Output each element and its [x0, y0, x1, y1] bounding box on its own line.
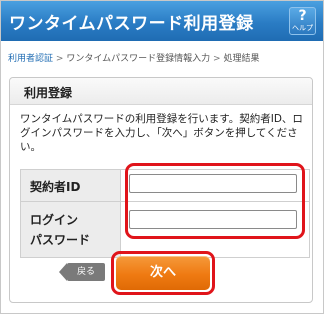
help-label: ヘルプ	[292, 24, 313, 32]
help-icon: ?	[298, 8, 307, 24]
contract-id-input[interactable]	[129, 174, 297, 193]
breadcrumb-item-result: 処理結果	[223, 54, 260, 64]
panel-header: 利用登録	[10, 78, 312, 105]
password-label-line2: パスワード	[30, 233, 91, 247]
instruction-text: ワンタイムパスワードの利用登録を行います。契約者ID、ログインパスワードを入力し…	[20, 113, 303, 153]
breadcrumb-separator: >	[55, 54, 64, 64]
panel-heading: 利用登録	[24, 86, 73, 100]
breadcrumb-item-auth[interactable]: 利用者認証	[8, 54, 53, 64]
login-password-input[interactable]	[129, 210, 297, 229]
contract-id-label-cell: 契約者ID	[21, 170, 121, 201]
header-bar: ワンタイムパスワード利用登録 ? ヘルプ	[1, 1, 323, 41]
app-frame: ワンタイムパスワード利用登録 ? ヘルプ 利用者認証 > ワンタイムパスワード登…	[0, 0, 324, 314]
breadcrumb: 利用者認証 > ワンタイムパスワード登録情報入力 > 処理結果	[8, 51, 259, 64]
password-label-line1: ログイン	[30, 213, 79, 227]
breadcrumb-separator: >	[213, 54, 221, 64]
page-title: ワンタイムパスワード利用登録	[9, 14, 254, 34]
password-label-cell: ログイン パスワード	[21, 202, 121, 257]
help-button[interactable]: ? ヘルプ	[289, 7, 316, 35]
back-button[interactable]: 戻る	[59, 263, 105, 281]
breadcrumb-item-input: ワンタイムパスワード登録情報入力	[66, 54, 211, 64]
password-label: ログイン パスワード	[30, 210, 90, 250]
next-button[interactable]: 次へ	[116, 256, 210, 290]
contract-id-label: 契約者ID	[30, 180, 81, 194]
